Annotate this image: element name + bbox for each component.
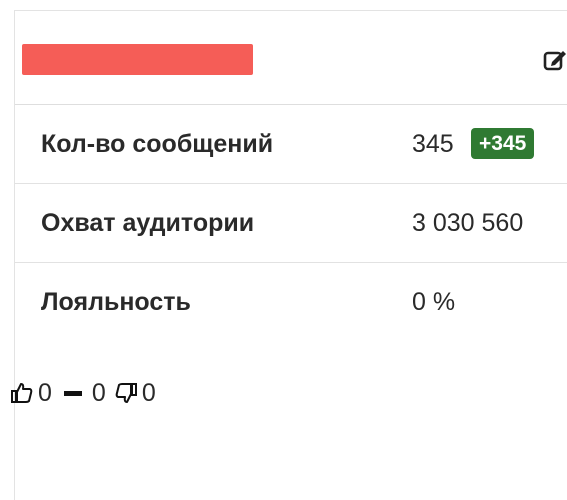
thumbs-down-icon[interactable]	[114, 381, 138, 405]
neutral-count: 0	[91, 378, 106, 407]
stat-value: 3 030 560	[412, 209, 524, 237]
stat-value: 345	[412, 130, 454, 158]
stat-label: Лояльность	[41, 288, 191, 316]
likes-count: 0	[38, 378, 52, 407]
card-header	[15, 11, 567, 105]
dislikes-count: 0	[141, 378, 156, 407]
stat-value: 0 %	[412, 288, 456, 316]
reactions-bar: 0 0 0	[10, 378, 164, 408]
thumbs-up-icon[interactable]	[10, 381, 34, 405]
stat-label: Охват аудитории	[41, 209, 255, 237]
edit-icon[interactable]	[542, 47, 567, 73]
stat-row-reach: Охват аудитории 3 030 560	[15, 184, 567, 263]
neutral-dash-icon[interactable]	[63, 390, 82, 396]
redacted-title-bar	[22, 44, 253, 75]
delta-badge: +345	[471, 128, 535, 159]
stat-row-messages: Кол-во сообщений 345 +345	[15, 105, 567, 184]
stat-row-loyalty: Лояльность 0 %	[15, 263, 567, 341]
stat-label: Кол-во сообщений	[41, 130, 274, 158]
stats-card: Кол-во сообщений 345 +345 Охват аудитори…	[14, 10, 567, 500]
